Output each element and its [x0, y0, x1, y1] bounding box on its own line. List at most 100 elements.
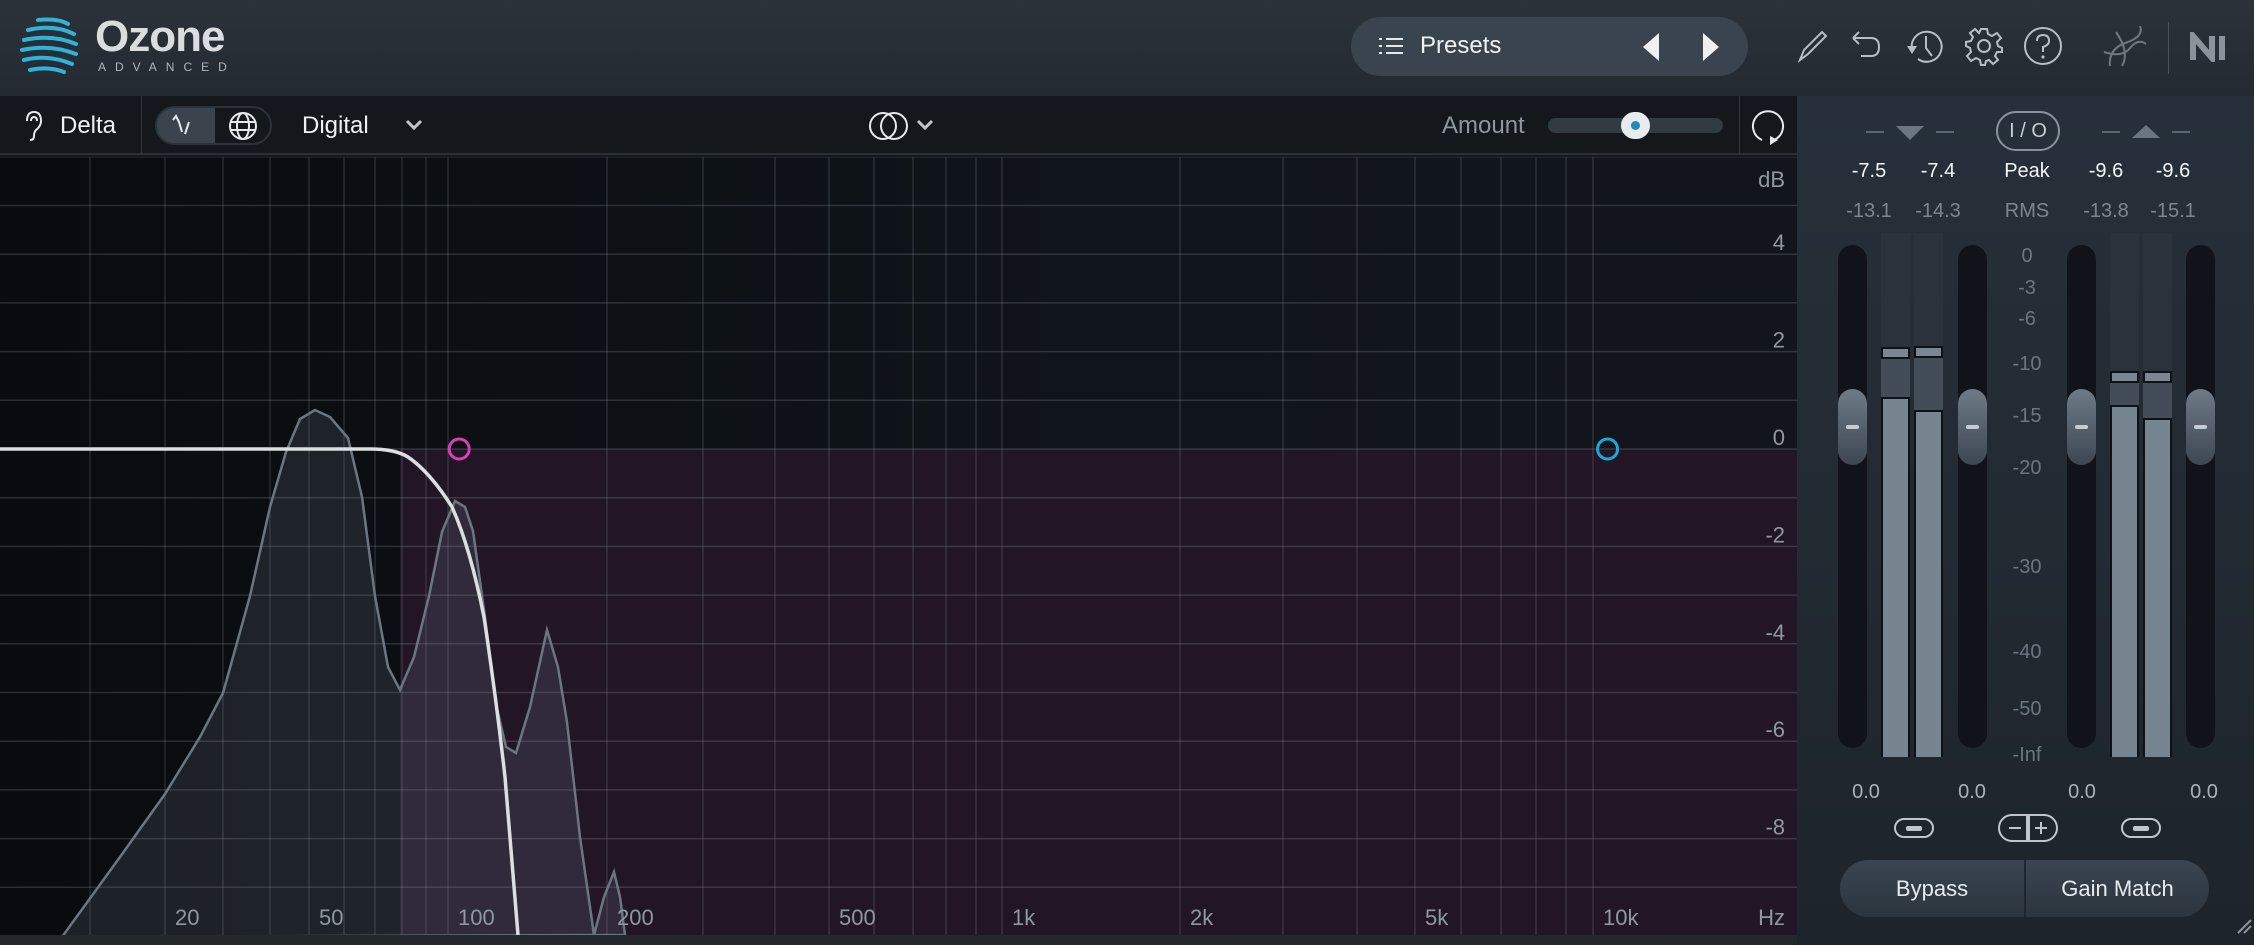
output-rms-right: -15.1	[2150, 200, 2196, 222]
amount-label: Amount	[1442, 112, 1525, 139]
input-right-fader-handle[interactable]	[1958, 389, 1987, 465]
ear-icon[interactable]	[22, 110, 44, 142]
meter-scale-label: 0	[2021, 245, 2033, 267]
input-link-icon[interactable]	[1893, 817, 1935, 839]
help-icon[interactable]	[2023, 26, 2063, 66]
input-gain-trim-icon[interactable]	[1866, 122, 1956, 142]
amount-slider[interactable]	[1548, 112, 1723, 139]
output-peak-right: -9.6	[2155, 160, 2191, 182]
module-toolbar: Delta Digital Amount	[0, 96, 1797, 155]
input-meter-level-0	[1881, 397, 1910, 757]
input-right-fader[interactable]	[1958, 245, 1987, 748]
input-meter-peak-zone-1	[1914, 355, 1943, 410]
bypass-button[interactable]: Bypass	[1840, 860, 2024, 917]
output-link-icon[interactable]	[2120, 817, 2162, 839]
meter-scale-label: -15	[2012, 405, 2042, 427]
meter-scale-label: -10	[2012, 353, 2042, 375]
output-right-fader-handle[interactable]	[2186, 389, 2215, 465]
input-peak-right: -7.4	[1920, 160, 1956, 182]
input-right-gain[interactable]: 0.0	[1937, 781, 2007, 804]
input-peak-left: -7.5	[1851, 160, 1887, 182]
ozone-assistant-icon[interactable]	[2100, 22, 2150, 72]
stereo-chevron-down-icon[interactable]	[916, 118, 934, 132]
stereo-icon[interactable]	[868, 110, 910, 142]
input-meter-level-1	[1914, 409, 1943, 757]
output-rms-left: -13.8	[2083, 200, 2129, 222]
list-icon	[1379, 38, 1403, 54]
gain-match-button[interactable]: Gain Match	[2026, 860, 2209, 917]
chevron-down-icon[interactable]	[405, 118, 423, 132]
output-gain-trim-icon[interactable]	[2102, 122, 2192, 142]
freq-axis-label: 10k	[1603, 905, 1639, 930]
eq-graph[interactable]: 20 50 100 200 500 1k 2k 5k 10k Hz dB 4 2 0 -2 -4 -6 -8	[0, 157, 1797, 935]
db-axis-label: -2	[1765, 522, 1785, 547]
logo-name: Ozone	[95, 12, 225, 61]
output-meter-peak-hold-1	[2143, 370, 2172, 383]
output-right-gain[interactable]: 0.0	[2169, 781, 2239, 804]
freq-axis-label: 5k	[1425, 905, 1449, 930]
view-toggle-group	[155, 106, 272, 145]
meter-scale-label: -30	[2012, 556, 2042, 578]
pencil-icon[interactable]	[1794, 28, 1830, 64]
output-right-fader[interactable]	[2186, 245, 2215, 748]
bottom-edge	[0, 935, 1797, 945]
db-axis-label: -6	[1765, 717, 1785, 742]
input-left-gain[interactable]: 0.0	[1831, 781, 1901, 804]
freq-axis-label: 500	[839, 905, 876, 930]
input-meter-peak-zone-0	[1881, 356, 1910, 398]
output-meter-peak-hold-0	[2110, 370, 2139, 383]
presets-button[interactable]: Presets	[1351, 17, 1748, 76]
gain-offset-minus-plus-icon[interactable]	[1996, 813, 2060, 843]
globe-icon	[229, 112, 257, 140]
input-meter-peak-hold-0	[1881, 346, 1910, 359]
freq-axis-label: 200	[617, 905, 654, 930]
input-left-fader-handle[interactable]	[1838, 389, 1867, 465]
freq-axis-label: 50	[319, 905, 343, 930]
gear-icon[interactable]	[1964, 26, 2004, 66]
output-left-gain[interactable]: 0.0	[2047, 781, 2117, 804]
meter-scale-label: -50	[2012, 698, 2042, 720]
filter-view-button[interactable]	[157, 108, 215, 143]
output-peak-left: -9.6	[2088, 160, 2124, 182]
input-rms-left: -13.1	[1846, 200, 1892, 222]
logo-subtitle: ADVANCED	[98, 60, 236, 74]
output-meter-level-1	[2143, 418, 2172, 757]
previous-preset-icon[interactable]	[1641, 33, 1661, 61]
filter-shape-icon	[172, 114, 190, 135]
filter-mode-select[interactable]: Digital	[302, 112, 369, 140]
next-preset-icon[interactable]	[1701, 33, 1721, 61]
freq-axis-label: 1k	[1012, 905, 1036, 930]
db-axis-label: 0	[1773, 425, 1785, 450]
output-left-fader[interactable]	[2067, 245, 2096, 748]
freq-axis-label: 20	[175, 905, 199, 930]
input-rms-right: -14.3	[1915, 200, 1961, 222]
peak-label: Peak	[2004, 160, 2050, 182]
input-meter-peak-hold-1	[1914, 345, 1943, 358]
resize-handle-icon[interactable]	[2236, 918, 2252, 934]
presets-label: Presets	[1420, 32, 1502, 59]
history-icon[interactable]	[1904, 26, 1944, 66]
reset-icon[interactable]	[1748, 106, 1788, 148]
ozone-logo-icon	[20, 17, 78, 74]
bottom-button-group: Bypass Gain Match	[1840, 860, 2209, 917]
db-axis-label: -8	[1765, 815, 1785, 840]
db-axis-label: 4	[1773, 230, 1785, 255]
undo-icon[interactable]	[1845, 28, 1881, 64]
delta-button[interactable]: Delta	[60, 112, 116, 140]
meter-scale-label: -3	[2018, 277, 2036, 299]
output-meter-level-0	[2110, 404, 2139, 757]
meter-scale-label: -20	[2012, 457, 2042, 479]
output-left-fader-handle[interactable]	[2067, 389, 2096, 465]
rms-label: RMS	[2004, 200, 2050, 222]
freq-axis-label: 2k	[1190, 905, 1214, 930]
input-left-fader[interactable]	[1838, 245, 1867, 748]
meter-scale-label: -40	[2012, 641, 2042, 663]
amount-slider-thumb[interactable]	[1621, 112, 1650, 139]
eq-graph-canvas[interactable]: 20 50 100 200 500 1k 2k 5k 10k HzdB420-2-4-6-8	[0, 157, 1797, 935]
output-meter-peak-zone-0	[2110, 380, 2139, 405]
db-axis-label: -4	[1765, 620, 1785, 645]
freq-axis-label: 100	[458, 905, 495, 930]
db-unit-label: dB	[1758, 167, 1785, 192]
global-view-button[interactable]	[215, 108, 270, 143]
io-toggle-button[interactable]: I / O	[1996, 111, 2060, 151]
